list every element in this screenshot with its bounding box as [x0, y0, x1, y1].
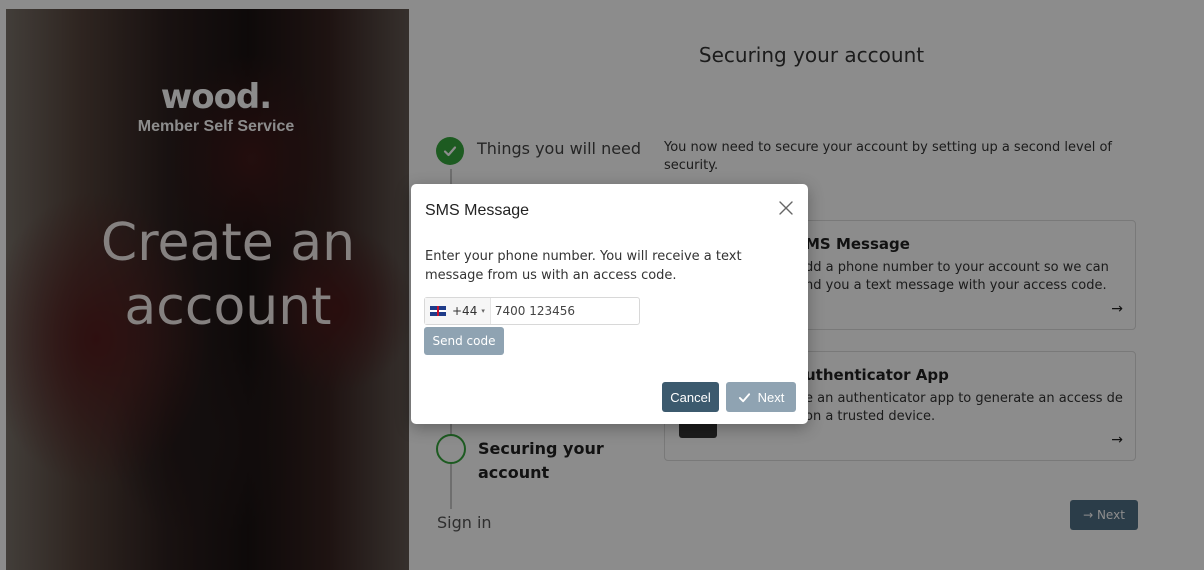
phone-field: +44 ▾ — [424, 297, 640, 325]
chevron-down-icon: ▾ — [481, 307, 485, 315]
uk-flag-icon — [430, 306, 446, 316]
send-code-button[interactable]: Send code — [424, 327, 504, 355]
close-icon — [779, 201, 793, 215]
sms-modal: SMS Message Enter your phone number. You… — [411, 184, 808, 424]
next-button[interactable]: Next — [726, 382, 796, 412]
phone-number-input[interactable] — [490, 303, 637, 319]
country-dial-code: +44 — [452, 304, 478, 318]
close-button[interactable] — [776, 198, 796, 218]
next-button-label: Next — [757, 389, 785, 405]
country-code-select[interactable]: +44 ▾ — [425, 298, 491, 324]
modal-title: SMS Message — [425, 202, 530, 219]
modal-description: Enter your phone number. You will receiv… — [425, 249, 742, 283]
check-icon — [738, 392, 750, 402]
cancel-button[interactable]: Cancel — [662, 382, 719, 412]
